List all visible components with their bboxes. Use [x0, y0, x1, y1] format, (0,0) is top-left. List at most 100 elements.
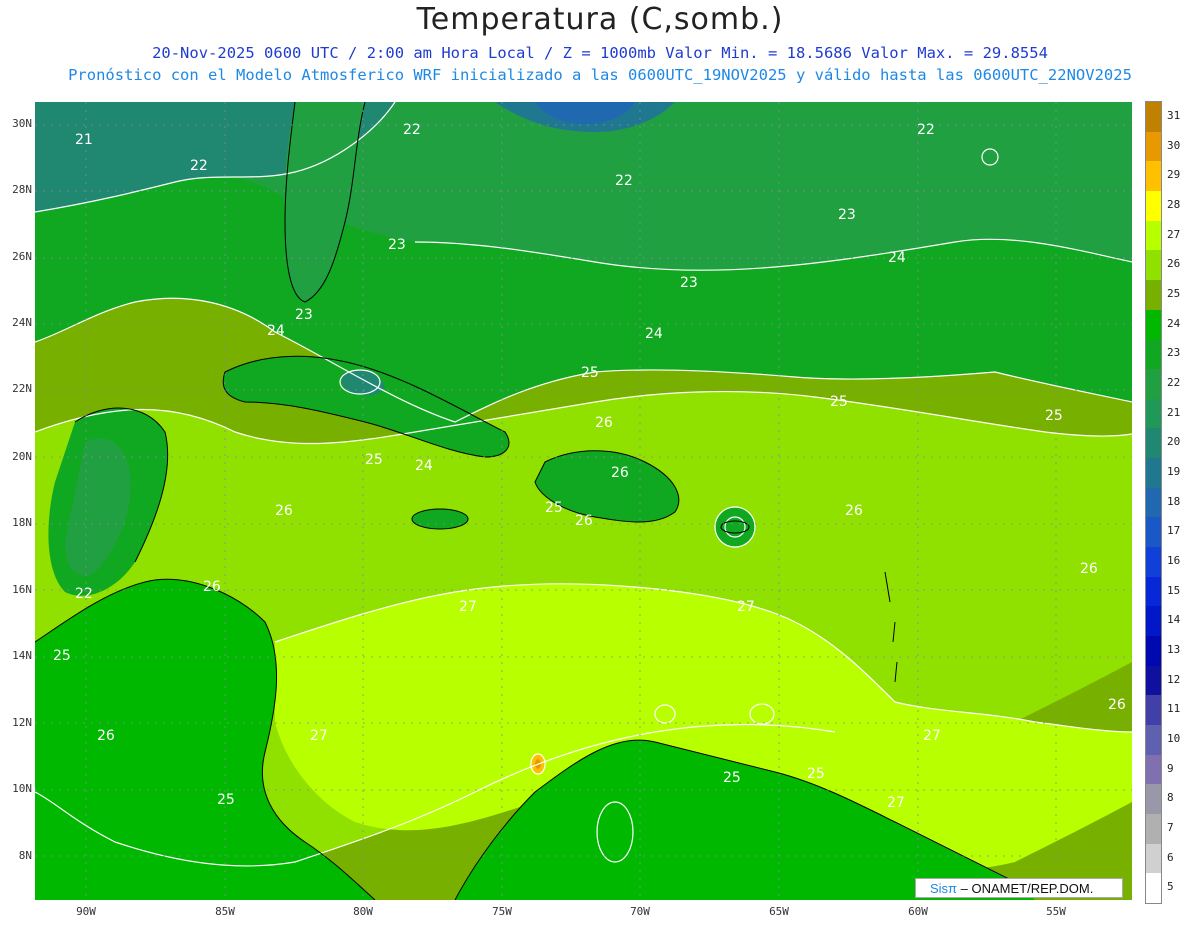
- colorbar-cell: [1146, 814, 1161, 845]
- colorbar-label: 18: [1167, 494, 1181, 508]
- colorbar-label: 30: [1167, 138, 1181, 152]
- model-info-line: Pronóstico con el Modelo Atmosferico WRF…: [68, 66, 1132, 84]
- colorbar-cell: [1146, 517, 1161, 548]
- lat-label: 22N: [12, 382, 32, 395]
- colorbar-label: 19: [1167, 464, 1181, 478]
- lon-label: 65W: [769, 905, 789, 918]
- colorbar-label: 22: [1167, 375, 1181, 389]
- colorbar-cell: [1146, 398, 1161, 429]
- lat-label: 20N: [12, 450, 32, 463]
- colorbar-cell: [1146, 339, 1161, 370]
- colorbar-cell: [1146, 428, 1161, 459]
- contour-label: 21: [75, 132, 93, 148]
- lon-label: 70W: [630, 905, 650, 918]
- colorbar-cell: [1146, 369, 1161, 400]
- colorbar-cell: [1146, 487, 1161, 518]
- colorbar-cell: [1146, 636, 1161, 667]
- colorbar-label: 16: [1167, 553, 1181, 567]
- contour-label: 25: [581, 365, 599, 381]
- lon-label: 90W: [76, 905, 96, 918]
- contour-label: 23: [838, 207, 856, 223]
- colorbar-label: 13: [1167, 642, 1181, 656]
- contour-label: 26: [97, 728, 115, 744]
- lon-label: 85W: [215, 905, 235, 918]
- contour-label: 25: [217, 792, 235, 808]
- colorbar-cell: [1146, 102, 1161, 133]
- colorbar-label: 5: [1167, 880, 1174, 894]
- colorbar-label: 9: [1167, 761, 1174, 775]
- credit-box: Sisπ – ONAMET/REP.DOM.: [915, 878, 1123, 898]
- lat-label: 8N: [18, 849, 32, 862]
- credit-brand: Sisπ: [930, 881, 958, 896]
- contour-label: 24: [415, 458, 433, 474]
- contour-label: 25: [807, 766, 825, 782]
- colorbar-label: 6: [1167, 850, 1174, 864]
- contour-label: 27: [459, 599, 477, 615]
- contour-label: 26: [1080, 561, 1098, 577]
- lon-label: 75W: [492, 905, 512, 918]
- contour-label: 26: [203, 579, 221, 595]
- colorbar-cell: [1146, 191, 1161, 222]
- contour-label: 25: [1045, 408, 1063, 424]
- colorbar-cell: [1146, 695, 1161, 726]
- colorbar-label: 10: [1167, 731, 1181, 745]
- contour-label: 26: [275, 503, 293, 519]
- contour-label: 27: [887, 795, 905, 811]
- colorbar-label: 25: [1167, 286, 1181, 300]
- lon-label: 60W: [908, 905, 928, 918]
- contour-label: 25: [53, 648, 71, 664]
- lat-label: 12N: [12, 716, 32, 729]
- colorbar-cell: [1146, 458, 1161, 489]
- contour-label: 26: [1108, 697, 1126, 713]
- lat-label: 16N: [12, 583, 32, 596]
- contour-label: 24: [267, 323, 285, 339]
- colorbar-cell: [1146, 220, 1161, 251]
- colorbar-cell: [1146, 161, 1161, 192]
- contour-label: 27: [737, 599, 755, 615]
- contour-label: 26: [611, 465, 629, 481]
- lat-label: 14N: [12, 649, 32, 662]
- forecast-time-line: 20-Nov-2025 0600 UTC / 2:00 am Hora Loca…: [152, 44, 1048, 62]
- contour-label: 23: [680, 275, 698, 291]
- lat-label: 26N: [12, 250, 32, 263]
- colorbar-cell: [1146, 873, 1161, 904]
- contour-label: 22: [917, 122, 935, 138]
- contour-label: 22: [190, 158, 208, 174]
- contour-label: 23: [388, 237, 406, 253]
- contour-label: 22: [615, 173, 633, 189]
- colorbar-label: 26: [1167, 257, 1181, 271]
- colorbar-label: 21: [1167, 405, 1181, 419]
- colorbar-cell: [1146, 576, 1161, 607]
- lat-label: 24N: [12, 316, 32, 329]
- contour-label: 27: [923, 728, 941, 744]
- temperature-map: 21 22 22 22 22 23 23 23 23 24 24 24 24 2…: [35, 102, 1132, 900]
- colorbar-label: 7: [1167, 820, 1174, 834]
- colorbar-cell: [1146, 606, 1161, 637]
- contour-label: 26: [575, 513, 593, 529]
- map-title: Temperatura (C,somb.): [416, 2, 784, 37]
- colorbar-cell: [1146, 665, 1161, 696]
- contour-label: 24: [645, 326, 663, 342]
- colorbar-cell: [1146, 784, 1161, 815]
- colorbar-cell: [1146, 309, 1161, 340]
- colorbar-label: 20: [1167, 435, 1181, 449]
- contour-label: 22: [75, 586, 93, 602]
- colorbar-label: 15: [1167, 583, 1181, 597]
- colorbar-label: 29: [1167, 168, 1181, 182]
- lat-label: 30N: [12, 117, 32, 130]
- contour-label: 27: [310, 728, 328, 744]
- colorbar-label: 23: [1167, 346, 1181, 360]
- colorbar-cell: [1146, 843, 1161, 874]
- colorbar-label: 27: [1167, 227, 1181, 241]
- lon-label: 80W: [353, 905, 373, 918]
- credit-text: – ONAMET/REP.DOM.: [960, 881, 1094, 896]
- colorbar-label: 11: [1167, 702, 1181, 716]
- lon-label: 55W: [1046, 905, 1066, 918]
- contour-label: 26: [845, 503, 863, 519]
- contour-label: 25: [545, 500, 563, 516]
- lat-label: 10N: [12, 782, 32, 795]
- contour-label: 22: [403, 122, 421, 138]
- colorbar-label: 24: [1167, 316, 1181, 330]
- colorbar-cell: [1146, 280, 1161, 311]
- contour-label: 25: [723, 770, 741, 786]
